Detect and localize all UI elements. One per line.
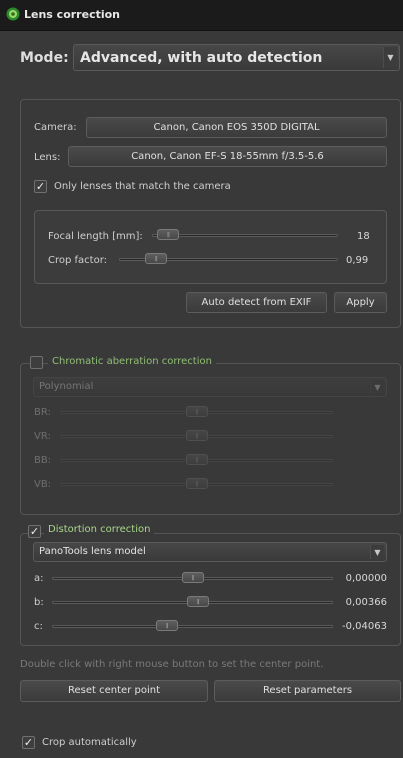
distortion-checkbox[interactable]: ✓: [28, 525, 41, 538]
reset-parameters-button[interactable]: Reset parameters: [214, 680, 401, 702]
only-matching-label: Only lenses that match the camera: [54, 181, 231, 192]
param-label: b:: [34, 597, 44, 608]
ca-model-value: Polynomial: [39, 381, 94, 392]
mode-label: Mode:: [20, 50, 69, 66]
ca-title: Chromatic aberration correction: [48, 356, 216, 367]
crop-factor-slider-handle[interactable]: |||: [144, 253, 167, 264]
lens-label: Lens:: [34, 152, 61, 163]
mode-value: Advanced, with auto detection: [80, 50, 323, 66]
crop-factor-value: 0,99: [346, 255, 369, 266]
focal-label: Focal length [mm]:: [48, 231, 143, 242]
reset-center-point-button[interactable]: Reset center point: [20, 680, 208, 702]
mode-select[interactable]: Advanced, with auto detection ▼: [73, 44, 400, 71]
app-logo-icon: [6, 7, 20, 21]
focal-value: 18: [357, 231, 370, 242]
focal-slider-handle[interactable]: |||: [156, 229, 179, 240]
param-value: -0,04063: [342, 621, 387, 632]
param-slider-handle[interactable]: |||: [186, 596, 209, 607]
center-point-hint: Double click with right mouse button to …: [20, 659, 324, 670]
distortion-model-select[interactable]: PanoTools lens model ▼: [33, 542, 387, 562]
param-slider-handle[interactable]: |||: [185, 478, 208, 489]
focal-slider-track[interactable]: [152, 234, 338, 237]
param-label: BB:: [34, 455, 52, 466]
param-slider-handle[interactable]: |||: [185, 454, 208, 465]
lens-select-button[interactable]: Canon, Canon EF-S 18-55mm f/3.5-5.6: [68, 146, 387, 167]
chevron-down-icon: ▼: [370, 380, 384, 394]
chevron-down-icon: ▼: [383, 47, 397, 68]
focal-crop-panel: [34, 210, 387, 284]
param-slider-handle[interactable]: |||: [185, 406, 208, 417]
param-slider-handle[interactable]: |||: [185, 430, 208, 441]
param-label: VB:: [34, 479, 52, 490]
crop-automatically-label: Crop automatically: [42, 737, 137, 748]
apply-button[interactable]: Apply: [334, 292, 387, 313]
distortion-model-value: PanoTools lens model: [39, 546, 146, 557]
ca-checkbox[interactable]: [30, 356, 43, 369]
only-matching-checkbox[interactable]: ✓: [34, 180, 47, 193]
distortion-title: Distortion correction: [44, 524, 155, 535]
param-label: BR:: [34, 407, 51, 418]
crop-automatically-checkbox[interactable]: ✓: [22, 736, 35, 749]
auto-detect-exif-button[interactable]: Auto detect from EXIF: [186, 292, 327, 313]
param-label: VR:: [34, 431, 51, 442]
param-slider-track[interactable]: [52, 625, 333, 628]
camera-select-button[interactable]: Canon, Canon EOS 350D DIGITAL: [86, 117, 387, 138]
param-value: 0,00366: [345, 597, 387, 608]
param-label: c:: [34, 621, 43, 632]
camera-label: Camera:: [34, 122, 77, 133]
crop-factor-label: Crop factor:: [48, 255, 108, 266]
param-slider-handle[interactable]: |||: [181, 572, 204, 583]
chevron-down-icon: ▼: [370, 545, 384, 559]
param-value: 0,00000: [345, 573, 387, 584]
window-title: Lens correction: [24, 8, 121, 21]
ca-model-select[interactable]: Polynomial ▼: [33, 377, 387, 397]
param-slider-handle[interactable]: |||: [155, 620, 178, 631]
param-label: a:: [34, 573, 44, 584]
title-bar: Lens correction: [0, 0, 403, 31]
